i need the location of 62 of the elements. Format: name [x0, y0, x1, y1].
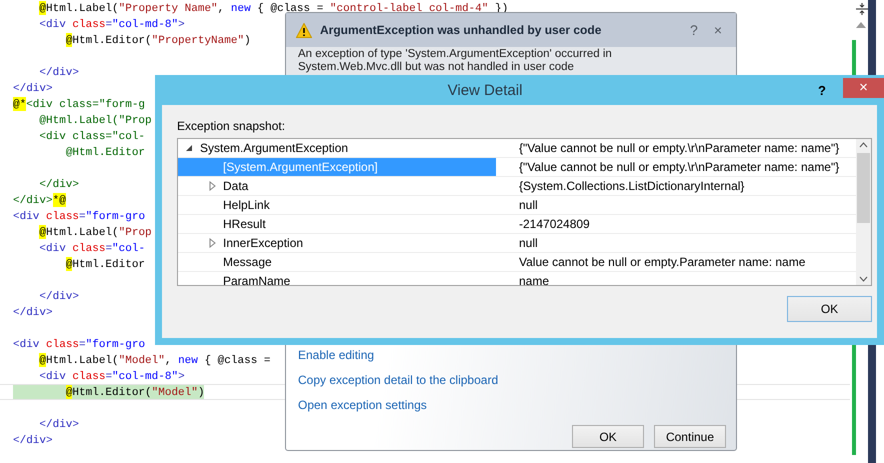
value-cell-text: -2147024809	[518, 216, 591, 233]
code-line: <div class="form-gro	[13, 210, 146, 223]
code-line: @Html.Editor	[64, 146, 146, 159]
collapsed-arrow-icon[interactable]	[208, 181, 216, 191]
tree-row[interactable]: Data {System.Collections.ListDictionaryInternal}	[178, 177, 856, 196]
collapsed-arrow-icon[interactable]	[208, 238, 216, 248]
name-cell: Data	[178, 177, 496, 195]
tree-row[interactable]: Message Value cannot be null or empty.Parameter name: name	[178, 253, 856, 272]
scrollbar[interactable]	[856, 139, 871, 285]
code-line: @*<div class="form-g	[13, 97, 146, 111]
code-line: </div>	[13, 82, 53, 95]
code-line: @Html.Label("Prop	[38, 114, 152, 127]
close-button[interactable]: ×	[710, 22, 726, 38]
name-cell-text: ParamName	[222, 273, 292, 285]
action-link[interactable]: Open exception settings	[298, 397, 724, 413]
code-line: </div>*@	[13, 193, 66, 207]
tree-row[interactable]: HResult -2147024809	[178, 215, 856, 234]
action-link[interactable]: Enable editing	[298, 347, 724, 363]
warning-icon	[296, 22, 312, 38]
code-line: <div class="form-gro	[13, 338, 146, 351]
value-cell-text: name	[518, 273, 550, 285]
tree-row[interactable]: InnerException null	[178, 234, 856, 253]
code-line: <div class="col-	[38, 130, 146, 143]
dialog-button[interactable]: Continue	[654, 425, 726, 448]
ok-button[interactable]: OK	[787, 296, 872, 322]
name-cell-text: Message	[222, 254, 273, 271]
close-button[interactable]: ×	[843, 78, 884, 98]
value-cell-text: {"Value cannot be null or empty.\r\nParameter name: name"}	[518, 159, 840, 176]
code-line: </div>	[13, 306, 53, 319]
code-line: </div>	[38, 178, 80, 191]
value-cell-text: null	[518, 235, 539, 252]
action-link[interactable]: Copy exception detail to the clipboard	[298, 372, 724, 388]
dialog-button[interactable]: OK	[572, 425, 644, 448]
code-line: <div class="col-	[38, 242, 146, 255]
section-label: Exception snapshot:	[177, 119, 286, 133]
help-button[interactable]: ?	[686, 22, 702, 38]
split-icon[interactable]	[855, 2, 869, 16]
value-cell-text: null	[518, 197, 539, 214]
code-line: <div class="col-md-8">	[38, 370, 185, 383]
code-line: </div>	[38, 66, 80, 79]
scroll-up-icon[interactable]	[856, 22, 866, 28]
popup-title: ArgumentException was unhandled by user code	[320, 23, 602, 37]
name-cell-text: HelpLink	[222, 197, 271, 214]
code-line: @Html.Label("Model", new { @class =	[38, 353, 270, 367]
name-cell: InnerException	[178, 234, 496, 252]
code-line: </div>	[38, 290, 80, 303]
tree-row[interactable]: [System.ArgumentException] {"Value cannot be null or empty.\r\nParameter name: name"}	[178, 158, 856, 177]
code-line: <div class="col-md-8">	[38, 18, 185, 31]
dialog-title: View Detail	[446, 82, 524, 98]
expanded-arrow-icon[interactable]	[185, 144, 193, 152]
name-cell-text: HResult	[222, 216, 267, 233]
tree-row[interactable]: HelpLink null	[178, 196, 856, 215]
code-line: </div>	[13, 434, 53, 447]
code-line: </div>	[38, 418, 80, 431]
value-cell-text: {"Value cannot be null or empty.\r\nParameter name: name"}	[518, 140, 840, 157]
code-line: @Html.Label("Prop	[38, 225, 152, 239]
name-cell: System.ArgumentException	[178, 139, 496, 157]
name-cell: [System.ArgumentException]	[178, 158, 496, 176]
exception-message: An exception of type 'System.ArgumentException' occurred in System.Web.Mvc.dll but was not handled in user code	[298, 48, 613, 74]
help-button[interactable]: ?	[815, 82, 829, 98]
value-cell-text: {System.Collections.ListDictionaryInternal}	[518, 178, 746, 195]
value-cell-text: Value cannot be null or empty.Parameter name: name	[518, 254, 806, 271]
